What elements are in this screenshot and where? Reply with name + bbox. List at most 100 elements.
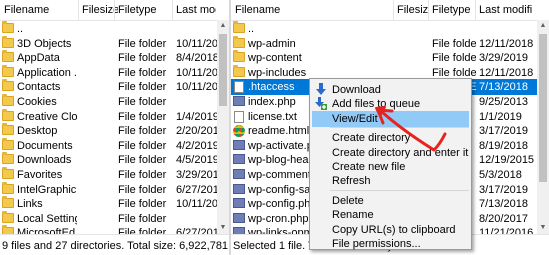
file-date: 8/20/2017 xyxy=(479,212,528,225)
menu-item-label: Create new file xyxy=(332,161,406,173)
local-file-row[interactable]: IntelGraphic... File folder 6/27/2018 xyxy=(0,181,218,198)
file-icon xyxy=(234,110,244,123)
file-type: File folder xyxy=(432,52,476,65)
file-name: Documents xyxy=(17,139,73,152)
local-file-row[interactable]: 3D Objects File folder 10/11/201 xyxy=(0,35,218,52)
local-file-row[interactable]: AppData File folder 8/4/2018 xyxy=(0,50,218,66)
file-type: File folder xyxy=(118,81,167,94)
remote-file-row[interactable]: wp-admin File folder 12/11/2018 xyxy=(231,35,537,52)
file-date: 8/4/2018 xyxy=(176,52,218,65)
file-date: 3/29/2019 xyxy=(176,169,218,181)
folder-icon xyxy=(2,64,14,77)
scroll-up-icon[interactable]: ▲ xyxy=(217,20,229,32)
remote-header-filetype[interactable]: Filetype xyxy=(432,4,476,16)
local-column-header: Filename Filesize Filetype Last modi xyxy=(0,0,229,21)
remote-header-filename[interactable]: Filename xyxy=(235,4,355,16)
menu-item-refresh[interactable]: Refresh xyxy=(312,173,469,189)
scroll-down-icon[interactable]: ▼ xyxy=(217,222,229,234)
local-header-filename[interactable]: Filename xyxy=(4,4,74,16)
menu-item-label: File permissions... xyxy=(332,238,421,250)
scroll-up-icon[interactable]: ▲ xyxy=(537,20,549,32)
file-date: 3/29/2019 xyxy=(479,52,528,65)
folder-icon xyxy=(233,21,245,33)
local-file-row[interactable]: Downloads File folder 4/5/2019 xyxy=(0,152,218,168)
file-date: 10/11/201 xyxy=(176,198,218,211)
local-file-row[interactable]: Documents File folder 4/2/2019 xyxy=(0,137,218,154)
menu-item-view-edit[interactable]: View/Edit xyxy=(312,110,469,127)
php-file-icon xyxy=(233,139,245,150)
file-name: Application ... xyxy=(17,66,77,79)
menu-separator xyxy=(330,127,469,129)
local-file-row[interactable]: Local Settings File folder xyxy=(0,210,217,227)
file-name: AppData xyxy=(17,52,60,65)
file-date: 12/11/2018 xyxy=(479,37,534,50)
local-file-row[interactable]: Creative Clo... File folder 1/4/2019 xyxy=(0,108,218,125)
remote-header-lastmod[interactable]: Last modifi xyxy=(479,4,537,16)
file-date: 3/17/2019 xyxy=(479,183,528,196)
folder-icon xyxy=(2,196,14,209)
local-file-row[interactable]: Desktop File folder 2/20/2019 xyxy=(0,123,218,139)
local-file-row[interactable]: Links File folder 10/11/201 xyxy=(0,196,218,212)
menu-item-label: Download xyxy=(332,84,381,96)
local-header-filetype[interactable]: Filetype xyxy=(118,4,172,16)
add-queue-icon xyxy=(315,97,327,111)
file-type: File folder xyxy=(432,37,476,50)
local-file-row[interactable]: Contacts File folder 10/11/201 xyxy=(0,79,218,95)
file-name: Links xyxy=(17,198,43,211)
remote-scroll-thumb[interactable] xyxy=(539,34,547,182)
local-status-text: 9 files and 27 directories. Total size: … xyxy=(2,240,229,252)
file-name: Desktop xyxy=(17,125,58,138)
file-name: .. xyxy=(17,23,24,35)
remote-vertical-scrollbar[interactable]: ▲ ▼ xyxy=(537,20,549,234)
local-file-pane[interactable]: Filename Filesize Filetype Last modi .. 3… xyxy=(0,0,229,255)
file-date: 4/5/2019 xyxy=(176,154,218,167)
folder-icon xyxy=(2,50,14,63)
file-name: wp-content xyxy=(248,52,302,65)
file-date: 9/25/2013 xyxy=(479,96,528,108)
local-vertical-scrollbar[interactable]: ▲ ▼ xyxy=(217,20,229,234)
folder-icon xyxy=(2,94,14,106)
menu-item-label: Add files to queue xyxy=(332,98,421,111)
remote-file-row[interactable]: .. xyxy=(231,21,537,37)
file-name: Creative Clo... xyxy=(17,110,77,123)
file-name: Contacts xyxy=(17,81,61,94)
file-name: Downloads xyxy=(17,154,72,167)
menu-item-label: Copy URL(s) to clipboard xyxy=(332,223,456,236)
folder-icon xyxy=(233,35,245,48)
folder-icon xyxy=(233,50,245,63)
local-header-lastmod[interactable]: Last modi xyxy=(176,4,216,16)
file-date: 1/1/2019 xyxy=(479,110,522,123)
file-type: File folder xyxy=(118,169,167,181)
remote-header-filesize[interactable]: Filesize xyxy=(397,4,429,16)
file-type: File folder xyxy=(118,66,167,79)
remote-column-header: Filename Filesize Filetype Last modifi xyxy=(231,0,549,21)
menu-item-label: View/Edit xyxy=(332,112,378,125)
menu-item-file-permissions[interactable]: File permissions... xyxy=(312,236,469,252)
local-file-row[interactable]: Application ... File folder 10/11/201 xyxy=(0,64,218,81)
file-type: File folder xyxy=(118,37,167,50)
file-type: File folder xyxy=(118,212,167,225)
file-date: 1/4/2019 xyxy=(176,110,218,123)
file-name: Cookies xyxy=(17,96,57,108)
folder-icon xyxy=(2,108,14,121)
local-file-row[interactable]: Cookies File folder xyxy=(0,94,217,110)
file-date: 8/19/2018 xyxy=(479,139,528,152)
folder-icon xyxy=(2,181,14,194)
file-date: 7/13/2018 xyxy=(479,81,528,94)
local-scroll-thumb[interactable] xyxy=(219,34,227,106)
menu-item-label: Refresh xyxy=(332,175,371,188)
folder-icon xyxy=(2,152,14,165)
php-file-icon xyxy=(233,154,245,165)
local-file-row[interactable]: .. xyxy=(0,21,217,37)
local-header-filesize[interactable]: Filesize xyxy=(82,4,118,16)
file-type: File folder xyxy=(118,52,167,65)
local-file-row[interactable]: Favorites File folder 3/29/2019 xyxy=(0,167,218,183)
file-date: 2/20/2019 xyxy=(176,125,218,138)
file-date: 3/17/2019 xyxy=(479,125,528,138)
file-name: .. xyxy=(248,23,255,35)
file-date: 10/11/201 xyxy=(176,37,218,50)
scroll-down-icon[interactable]: ▼ xyxy=(537,222,549,234)
file-type: File folder xyxy=(118,198,167,211)
file-date: 10/11/201 xyxy=(176,66,218,79)
remote-file-row[interactable]: wp-content File folder 3/29/2019 xyxy=(231,50,537,66)
